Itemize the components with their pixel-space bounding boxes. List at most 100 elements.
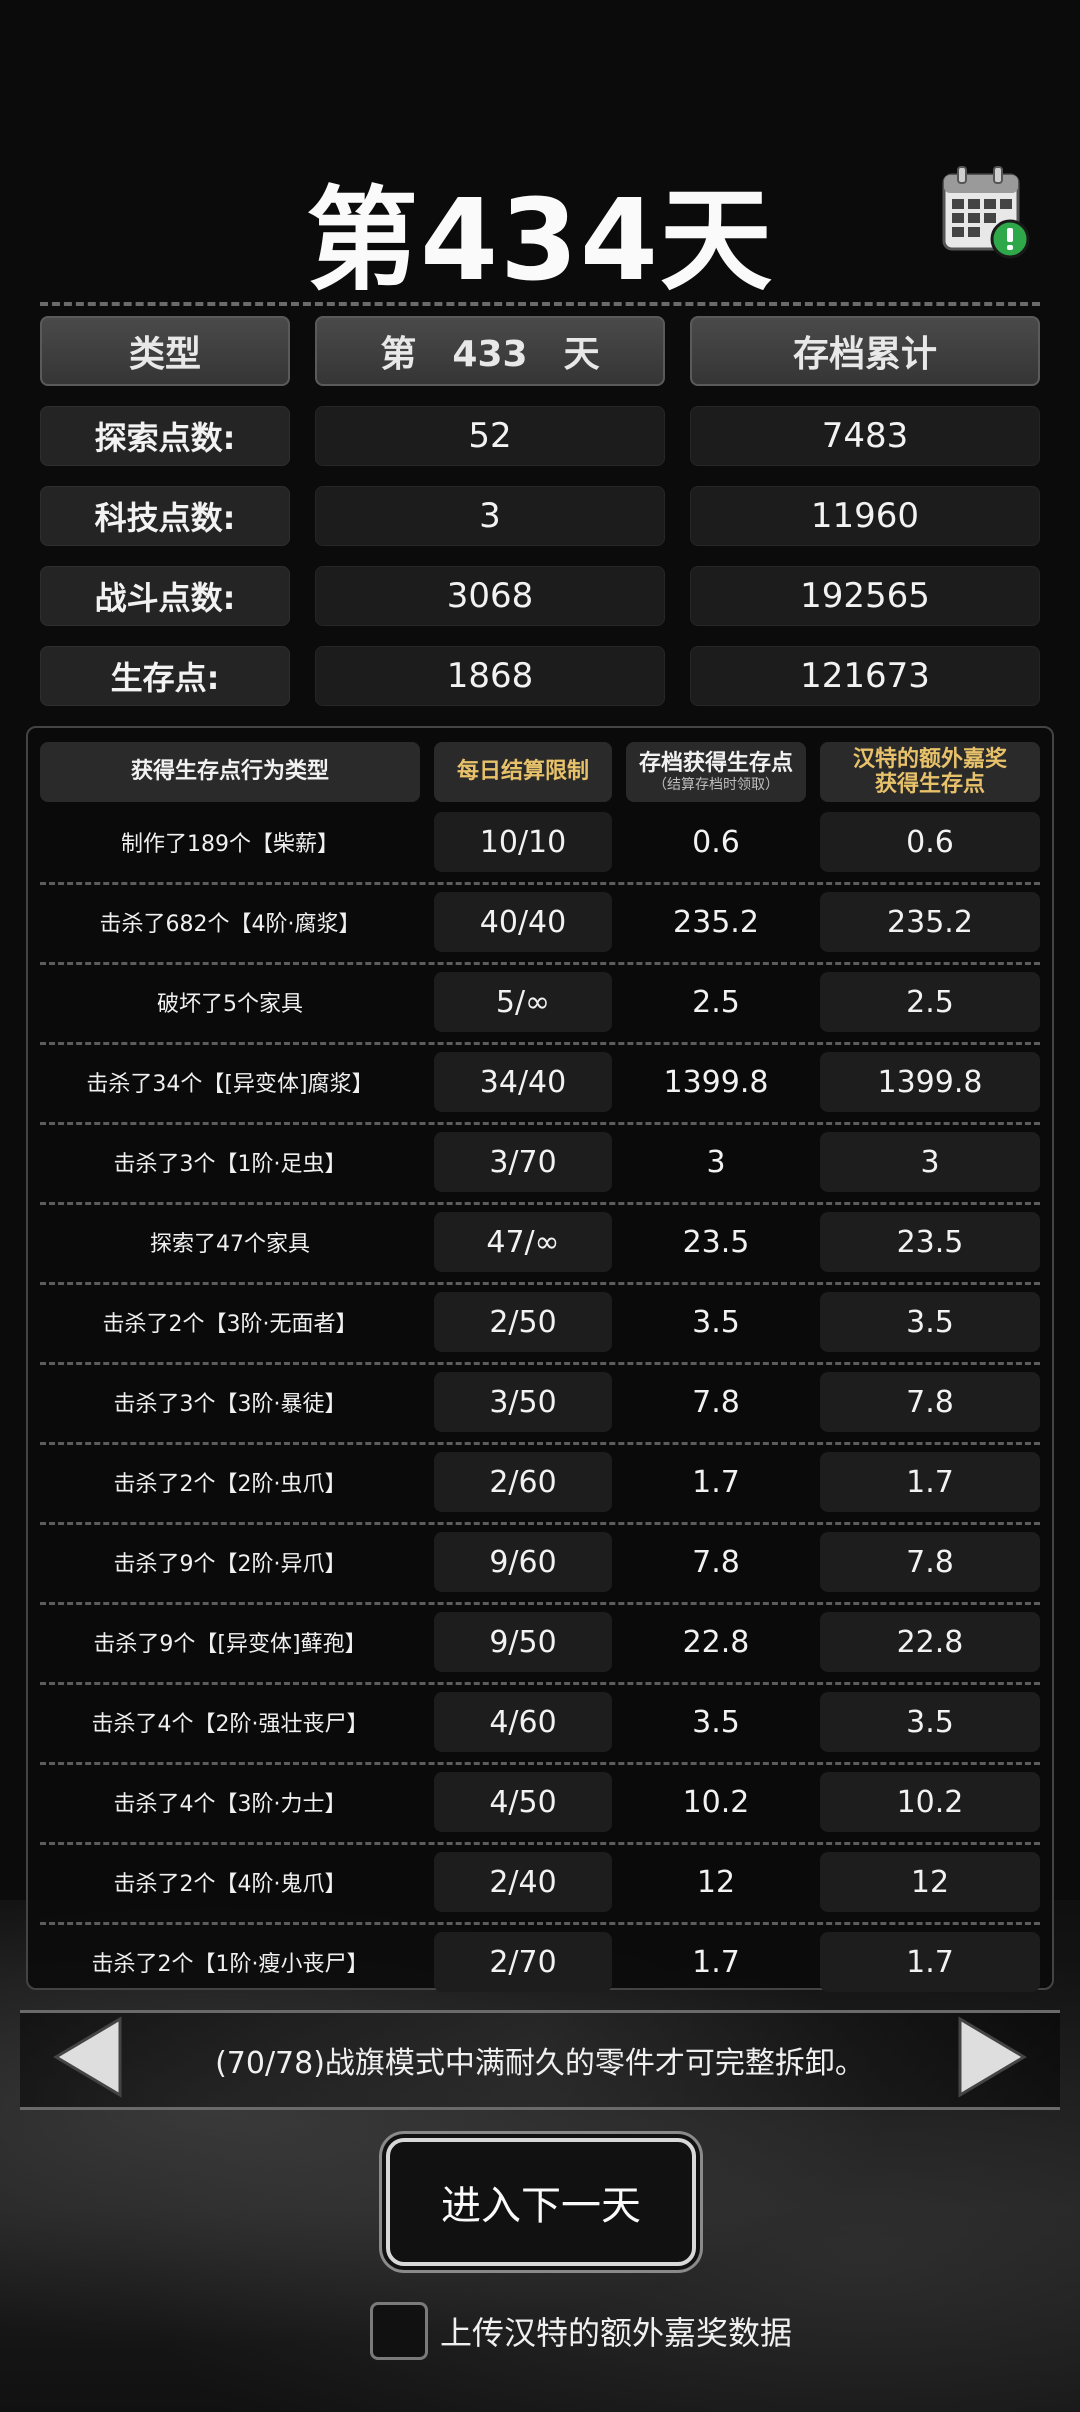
detail-row-limit: 10/10 — [434, 812, 612, 872]
detail-row-limit: 5/∞ — [434, 972, 612, 1032]
detail-row-bonus: 1.7 — [820, 1932, 1040, 1992]
detail-row-action: 制作了189个【柴薪】 — [121, 832, 339, 857]
detail-header-limit: 每日结算限制 — [434, 742, 612, 802]
triangle-left-icon[interactable] — [50, 2015, 124, 2099]
detail-row-bonus: 3 — [820, 1132, 1040, 1192]
detail-row-bonus: 7.8 — [820, 1372, 1040, 1432]
detail-row-action: 击杀了2个【4阶·鬼爪】 — [113, 1872, 347, 1897]
detail-row-action: 击杀了9个【[异变体]藓孢】 — [93, 1632, 367, 1657]
detail-row-action: 击杀了4个【3阶·力士】 — [113, 1792, 347, 1817]
triangle-right-icon[interactable] — [956, 2015, 1030, 2099]
detail-row-points: 1.7 — [692, 1944, 740, 1980]
row-divider — [40, 882, 1040, 885]
detail-row-points: 3.5 — [692, 1304, 740, 1340]
summary-header-type: 类型 — [40, 316, 290, 386]
detail-row-points: 23.5 — [682, 1224, 750, 1260]
row-divider — [40, 1522, 1040, 1525]
row-divider — [40, 1842, 1040, 1845]
summary-row-day-value: 3068 — [315, 566, 665, 626]
detail-row-limit: 3/70 — [434, 1132, 612, 1192]
next-day-button[interactable]: 进入下一天 — [386, 2138, 696, 2266]
detail-row-points: 0.6 — [692, 824, 740, 860]
row-divider — [40, 1122, 1040, 1125]
detail-header-save-points-label: 存档获得生存点 — [638, 751, 793, 777]
detail-row-limit: 34/40 — [434, 1052, 612, 1112]
detail-row-limit: 2/40 — [434, 1852, 612, 1912]
tip-text: (70/78)战旗模式中满耐久的零件才可完整拆卸。 — [215, 2046, 865, 2081]
row-divider — [40, 1602, 1040, 1605]
detail-row-limit: 9/60 — [434, 1532, 612, 1592]
detail-row-action: 探索了47个家具 — [150, 1232, 310, 1257]
summary-row-label: 科技点数: — [40, 486, 290, 546]
detail-row-points: 22.8 — [682, 1624, 750, 1660]
detail-row-bonus: 12 — [820, 1852, 1040, 1912]
detail-row-bonus: 235.2 — [820, 892, 1040, 952]
detail-row-action: 击杀了2个【2阶·虫爪】 — [113, 1472, 347, 1497]
detail-row-bonus: 3.5 — [820, 1692, 1040, 1752]
summary-row-total-value: 121673 — [690, 646, 1040, 706]
summary-row-label: 生存点: — [40, 646, 290, 706]
row-divider — [40, 1202, 1040, 1205]
row-divider — [40, 1362, 1040, 1365]
detail-row-bonus: 2.5 — [820, 972, 1040, 1032]
detail-header-save-points-note: （结算存档时领取） — [653, 776, 779, 793]
detail-row-points: 1.7 — [692, 1464, 740, 1500]
detail-row-bonus: 10.2 — [820, 1772, 1040, 1832]
calendar-alert-icon[interactable] — [940, 165, 1032, 261]
detail-row-action: 击杀了9个【2阶·异爪】 — [113, 1552, 347, 1577]
detail-row-action: 击杀了2个【1阶·瘦小丧尸】 — [91, 1952, 369, 1977]
detail-row-limit: 4/50 — [434, 1772, 612, 1832]
summary-header-day: 第 433 天 — [315, 316, 665, 386]
divider — [40, 302, 1040, 306]
detail-row-bonus: 0.6 — [820, 812, 1040, 872]
detail-row-action: 击杀了34个【[异变体]腐浆】 — [86, 1072, 374, 1097]
detail-header-bonus-line2: 获得生存点 — [874, 772, 985, 797]
detail-header-type: 获得生存点行为类型 — [40, 742, 420, 802]
detail-row-limit: 4/60 — [434, 1692, 612, 1752]
detail-row-action: 击杀了3个【3阶·暴徒】 — [113, 1392, 347, 1417]
detail-row-points: 7.8 — [692, 1384, 740, 1420]
row-divider — [40, 1682, 1040, 1685]
detail-row-action: 破坏了5个家具 — [157, 992, 303, 1017]
detail-row-bonus: 23.5 — [820, 1212, 1040, 1272]
detail-row-bonus: 3.5 — [820, 1292, 1040, 1352]
detail-row-points: 12 — [696, 1864, 736, 1900]
detail-row-points: 10.2 — [682, 1784, 750, 1820]
summary-row-day-value: 1868 — [315, 646, 665, 706]
row-divider — [40, 1442, 1040, 1445]
summary-row-total-value: 11960 — [690, 486, 1040, 546]
detail-row-points: 1399.8 — [663, 1064, 769, 1100]
detail-row-points: 3 — [706, 1144, 726, 1180]
row-divider — [40, 1922, 1040, 1925]
detail-header-save-points: 存档获得生存点 （结算存档时领取） — [626, 742, 806, 802]
upload-bonus-checkbox[interactable] — [370, 2302, 428, 2360]
detail-header-bonus: 汉特的额外嘉奖 获得生存点 — [820, 742, 1040, 802]
row-divider — [40, 1282, 1040, 1285]
detail-row-limit: 2/60 — [434, 1452, 612, 1512]
summary-row-day-value: 3 — [315, 486, 665, 546]
summary-row-total-value: 7483 — [690, 406, 1040, 466]
detail-row-action: 击杀了4个【2阶·强壮丧尸】 — [91, 1712, 369, 1737]
summary-row-total-value: 192565 — [690, 566, 1040, 626]
detail-row-points: 3.5 — [692, 1704, 740, 1740]
detail-row-bonus: 1.7 — [820, 1452, 1040, 1512]
detail-row-points: 7.8 — [692, 1544, 740, 1580]
detail-row-points: 2.5 — [692, 984, 740, 1020]
detail-row-action: 击杀了682个【4阶·腐浆】 — [99, 912, 361, 937]
summary-row-label: 战斗点数: — [40, 566, 290, 626]
detail-row-limit: 40/40 — [434, 892, 612, 952]
detail-row-points: 235.2 — [673, 904, 759, 940]
summary-header-total: 存档累计 — [690, 316, 1040, 386]
upload-bonus-label: 上传汉特的额外嘉奖数据 — [440, 2314, 793, 2352]
summary-row-day-value: 52 — [315, 406, 665, 466]
detail-header-bonus-line1: 汉特的额外嘉奖 — [852, 746, 1007, 772]
row-divider — [40, 1042, 1040, 1045]
detail-row-limit: 2/50 — [434, 1292, 612, 1352]
detail-row-action: 击杀了2个【3阶·无面者】 — [102, 1312, 358, 1337]
detail-row-limit: 47/∞ — [434, 1212, 612, 1272]
detail-row-bonus: 22.8 — [820, 1612, 1040, 1672]
row-divider — [40, 962, 1040, 965]
detail-row-bonus: 7.8 — [820, 1532, 1040, 1592]
detail-row-action: 击杀了3个【1阶·足虫】 — [113, 1152, 347, 1177]
summary-row-label: 探索点数: — [40, 406, 290, 466]
